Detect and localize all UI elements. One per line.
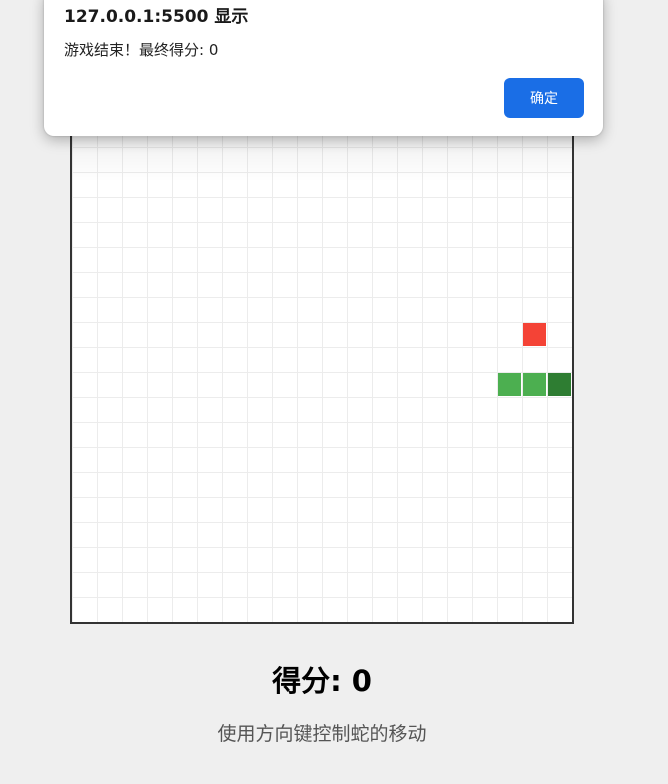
- food-cell: [523, 323, 546, 346]
- alert-dialog: 127.0.0.1:5500 显示 游戏结束！最终得分: 0 确定: [44, 0, 603, 136]
- snake-body-segment: [523, 373, 546, 396]
- score-display: 得分: 0: [272, 664, 372, 698]
- page: 得分: 0 使用方向键控制蛇的移动 127.0.0.1:5500 显示 游戏结束…: [0, 0, 668, 784]
- controls-hint: 使用方向键控制蛇的移动: [217, 723, 427, 745]
- dialog-message: 游戏结束！最终得分: 0: [64, 41, 219, 59]
- snake-body-segment: [498, 373, 521, 396]
- game-board: [70, 120, 574, 624]
- dialog-title: 127.0.0.1:5500 显示: [64, 7, 249, 27]
- ok-button[interactable]: 确定: [504, 78, 584, 118]
- snake-head: [548, 373, 571, 396]
